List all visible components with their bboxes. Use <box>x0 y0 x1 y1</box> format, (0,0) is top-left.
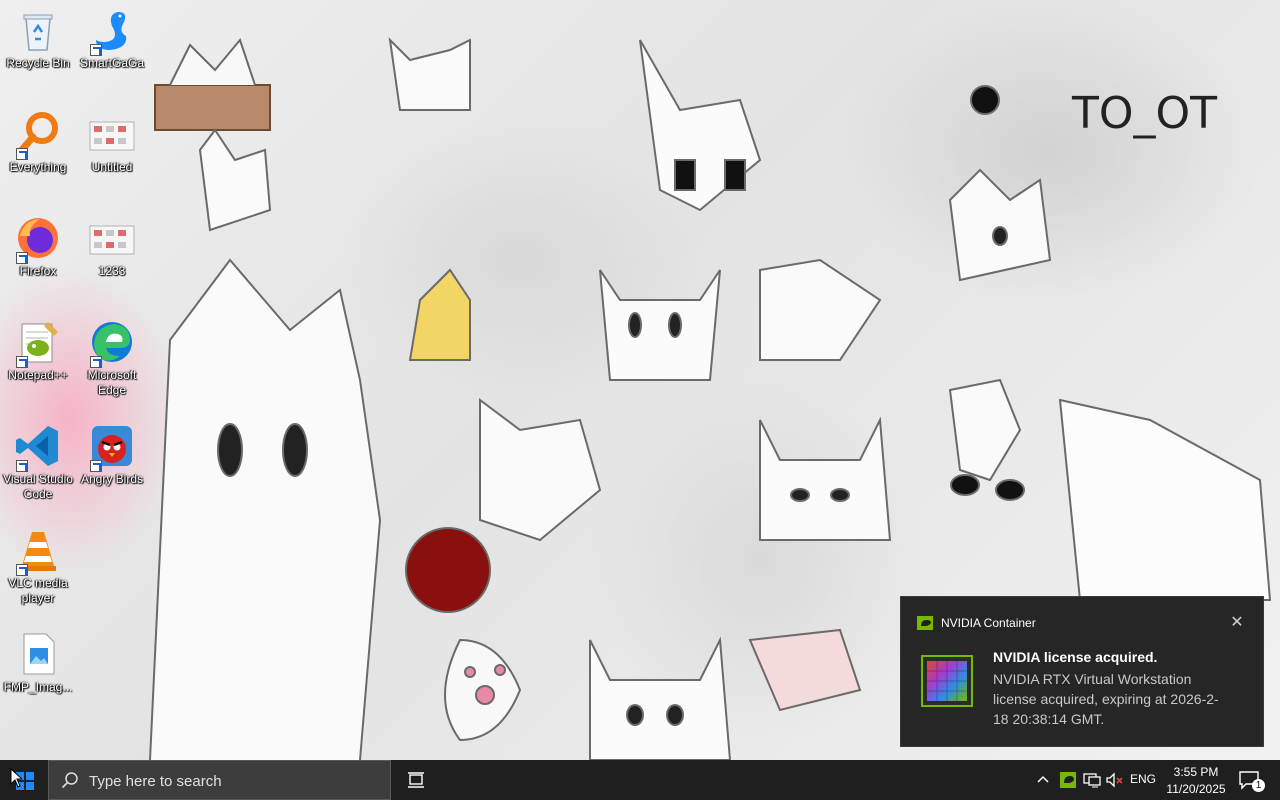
shortcut-arrow-icon <box>16 564 28 576</box>
nvidia-rtx-gpu-icon <box>921 655 973 707</box>
desktop-icon-label: Recycle Bin <box>6 56 70 70</box>
desktop-icon-everything[interactable]: Everything <box>0 110 76 175</box>
show-hidden-icons-button[interactable] <box>1036 760 1050 800</box>
recycle-bin-icon <box>14 6 62 54</box>
desktop-icon-label: 1233 <box>98 264 126 278</box>
mouse-cursor-icon <box>10 768 22 788</box>
tray-volume[interactable] <box>1106 760 1124 800</box>
nvidia-logo-icon <box>917 616 933 630</box>
image-document-icon <box>14 630 62 678</box>
desktop-icon-edge[interactable]: Microsoft Edge <box>74 318 150 398</box>
desktop-icon-label: Visual Studio Code <box>3 472 73 501</box>
desktop-icon-fmp-image[interactable]: FMP_Imag... <box>0 630 76 695</box>
desktop-icon-smartgaga[interactable]: SmartGaGa <box>74 6 150 71</box>
desktop-icon-vlc[interactable]: VLC media player <box>0 526 76 606</box>
shortcut-arrow-icon <box>90 44 102 56</box>
shortcut-arrow-icon <box>90 356 102 368</box>
toast-title: NVIDIA license acquired. <box>993 649 1158 665</box>
task-view-button[interactable] <box>396 760 436 800</box>
desktop-icon-firefox[interactable]: Firefox <box>0 214 76 279</box>
desktop-icon-label: Microsoft Edge <box>87 368 137 397</box>
desktop-icon-label: Everything <box>9 160 67 174</box>
search-placeholder: Type here to search <box>89 773 222 790</box>
taskbar-search-box[interactable]: Type here to search <box>48 760 391 800</box>
firefox-icon <box>14 214 62 264</box>
desktop-icon-label: Notepad++ <box>8 368 68 382</box>
angry-birds-icon <box>88 422 136 472</box>
toast-body: NVIDIA RTX Virtual Workstation license a… <box>993 671 1219 727</box>
shortcut-arrow-icon <box>16 460 28 472</box>
desktop-icon-recycle-bin[interactable]: Recycle Bin <box>0 6 76 71</box>
toast-app-name: NVIDIA Container <box>941 616 1036 630</box>
edge-icon <box>88 318 136 368</box>
everything-magnifier-icon <box>14 110 62 160</box>
taskbar: Type here to search ENG 3:55 PM 11/20/20… <box>0 760 1280 800</box>
tray-nvidia[interactable] <box>1060 760 1076 800</box>
desktop-icon-label: FMP_Imag... <box>3 680 73 694</box>
desktop-icon-label: Angry Birds <box>80 472 144 486</box>
desktop-icon-angry-birds[interactable]: Angry Birds <box>74 422 150 487</box>
vlc-cone-icon <box>14 526 62 576</box>
desktop-icon-label: VLC media player <box>8 576 68 605</box>
shortcut-arrow-icon <box>90 460 102 472</box>
task-view-icon <box>408 772 424 788</box>
search-icon <box>61 772 78 789</box>
desktop-icon-label: Firefox <box>19 264 57 278</box>
notification-count-badge: 1 <box>1252 779 1265 792</box>
desktop-icon-1233[interactable]: 1233 <box>74 214 150 279</box>
tray-network[interactable] <box>1083 760 1101 800</box>
desktop-icon-label: SmartGaGa <box>79 56 145 70</box>
image-file-icon <box>88 110 136 158</box>
nvidia-tray-icon <box>1060 772 1076 788</box>
smartgaga-swan-icon <box>88 6 136 56</box>
language-indicator[interactable]: ENG <box>1130 772 1156 786</box>
toast-close-button[interactable]: ✕ <box>1225 613 1249 633</box>
action-center-button[interactable]: 1 <box>1234 760 1274 800</box>
desktop-icon-notepadpp[interactable]: Notepad++ <box>0 318 76 383</box>
vscode-icon <box>14 422 62 472</box>
shortcut-arrow-icon <box>16 252 28 264</box>
desktop-icon-vscode[interactable]: Visual Studio Code <box>0 422 76 502</box>
clock-time: 3:55 PM <box>1173 765 1219 779</box>
network-icon <box>1083 773 1101 788</box>
desktop-icon-untitled[interactable]: Untitled <box>74 110 150 175</box>
nvidia-notification-toast[interactable]: NVIDIA Container ✕ NVIDIA license acquir… <box>900 596 1264 747</box>
clock-date: 11/20/2025 <box>1166 782 1226 796</box>
notepadpp-icon <box>14 318 62 368</box>
shortcut-arrow-icon <box>16 148 28 160</box>
image-file-icon <box>88 214 136 262</box>
volume-muted-icon <box>1106 772 1123 788</box>
start-button[interactable] <box>0 760 48 800</box>
chevron-up-icon <box>1037 775 1049 783</box>
wallpaper-doodle-text: TO_OT <box>1071 88 1217 139</box>
shortcut-arrow-icon <box>16 356 28 368</box>
taskbar-clock[interactable]: 3:55 PM 11/20/2025 <box>1160 764 1232 798</box>
desktop-icon-label: Untitled <box>91 160 133 174</box>
